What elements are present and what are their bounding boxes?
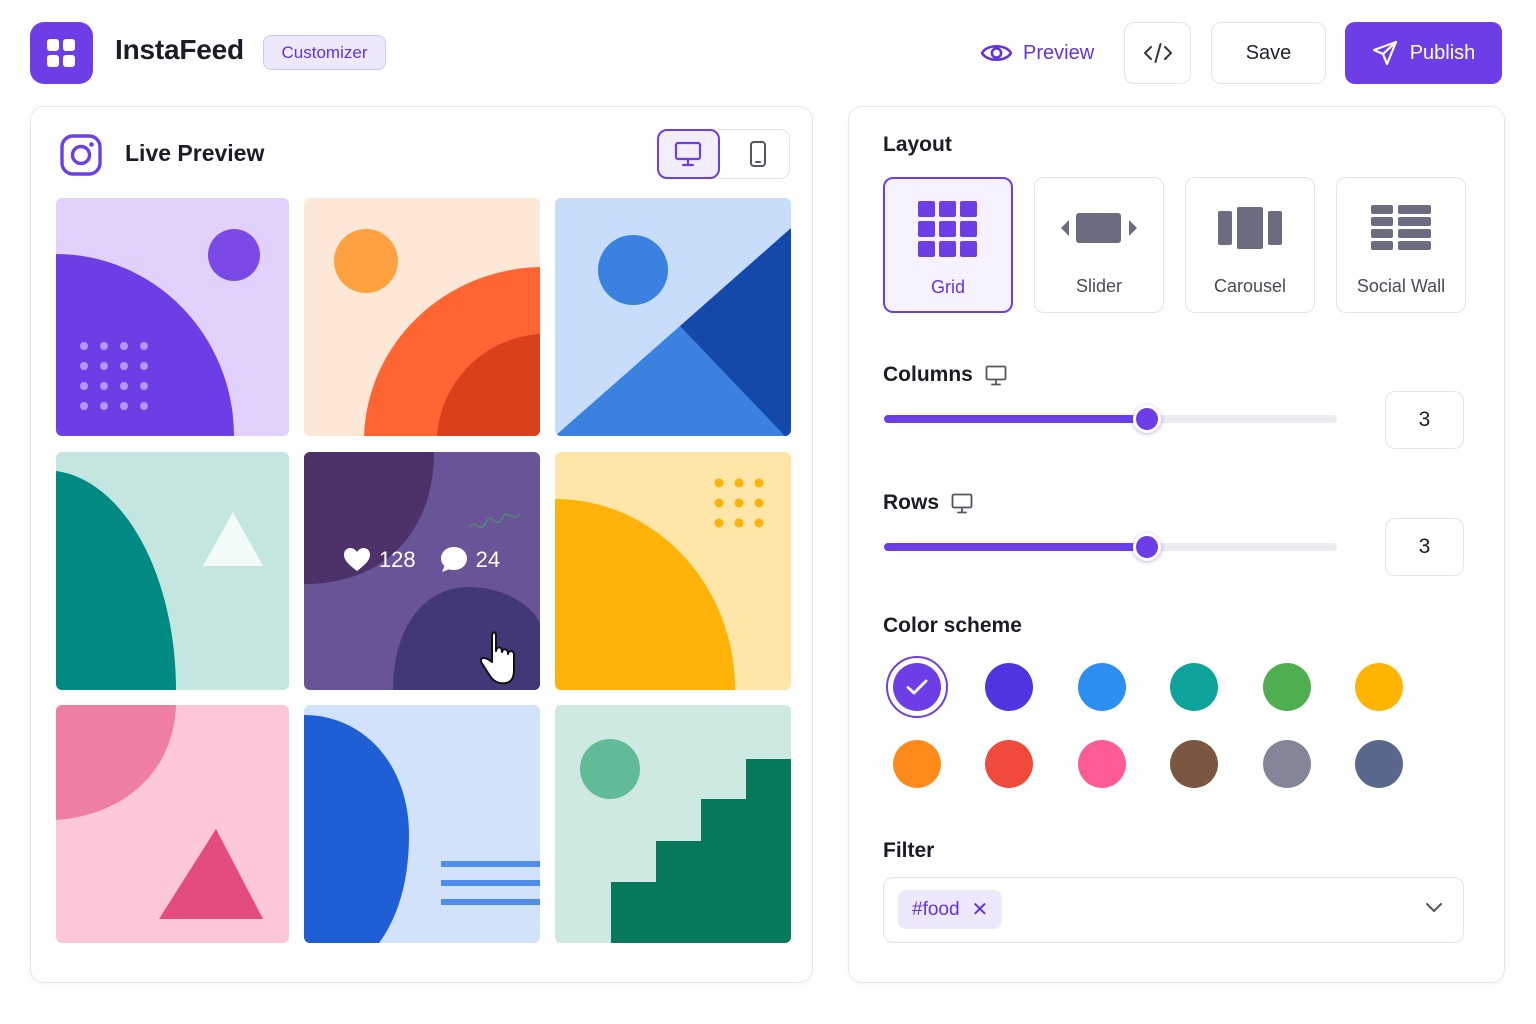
feed-post[interactable]	[56, 452, 289, 690]
post-stats-overlay: 128 24	[304, 546, 539, 573]
columns-label-text: Columns	[883, 363, 973, 386]
rows-label-text: Rows	[883, 491, 940, 514]
instagram-icon	[60, 134, 102, 176]
social-wall-layout-icon	[1371, 205, 1431, 250]
carousel-layout-icon	[1218, 207, 1282, 249]
color-swatch[interactable]	[1077, 740, 1126, 788]
layout-option-label: Grid	[930, 277, 965, 297]
likes-count: 128	[378, 546, 416, 572]
panel-title: Live Preview	[125, 140, 265, 166]
settings-panel: Layout Grid Slider Carousel Social Wall …	[848, 106, 1505, 983]
feed-post[interactable]	[555, 452, 791, 690]
color-swatch[interactable]	[1262, 740, 1311, 788]
layout-option-label: Social Wall	[1356, 276, 1446, 296]
comment-icon	[440, 547, 467, 572]
chevron-down-icon[interactable]	[1425, 902, 1443, 914]
feed-post[interactable]	[555, 705, 791, 943]
feed-post[interactable]	[304, 705, 540, 943]
app-logo	[30, 22, 93, 84]
color-scheme-label: Color scheme	[883, 614, 1022, 637]
feed-post[interactable]	[555, 198, 791, 436]
preview-label: Preview	[1023, 41, 1095, 64]
publish-button[interactable]: Publish	[1345, 22, 1502, 84]
code-icon	[1143, 43, 1172, 63]
filter-tag-text: #food	[912, 898, 960, 920]
columns-input[interactable]: 3	[1385, 391, 1464, 449]
columns-slider-thumb[interactable]	[1133, 405, 1161, 433]
grid-icon	[47, 39, 75, 67]
desktop-icon	[985, 365, 1007, 385]
heart-icon	[343, 548, 370, 571]
filter-tag-chip: #food ✕	[898, 890, 1003, 929]
rows-label: Rows	[883, 491, 973, 515]
desktop-icon	[951, 493, 973, 513]
remove-tag-icon[interactable]: ✕	[972, 897, 989, 922]
device-toggle	[656, 128, 790, 179]
columns-label: Columns	[883, 363, 1007, 387]
eye-icon	[980, 44, 1013, 62]
filter-select[interactable]: #food ✕	[883, 877, 1464, 943]
layout-option-grid[interactable]: Grid	[883, 177, 1013, 313]
filter-label: Filter	[883, 839, 935, 862]
color-swatch[interactable]	[985, 663, 1034, 711]
phone-icon	[750, 140, 766, 167]
color-swatch[interactable]	[1355, 663, 1403, 711]
columns-slider-fill	[884, 415, 1147, 423]
layout-option-label: Carousel	[1213, 276, 1287, 296]
color-swatch-selected[interactable]	[886, 656, 948, 718]
color-swatch[interactable]	[1262, 663, 1311, 711]
feed-post[interactable]	[56, 705, 289, 943]
layout-label: Layout	[883, 133, 952, 156]
monitor-icon	[674, 141, 702, 166]
send-icon	[1372, 40, 1397, 66]
color-swatch[interactable]	[1077, 663, 1126, 711]
feed-post-hovered[interactable]: 128 24	[304, 452, 540, 690]
feed-post[interactable]	[304, 198, 540, 436]
rows-slider[interactable]	[884, 533, 1337, 561]
publish-label: Publish	[1409, 41, 1476, 64]
color-swatch[interactable]	[985, 740, 1034, 788]
grid-layout-icon	[918, 201, 977, 257]
desktop-view-button[interactable]	[656, 128, 720, 179]
color-swatch-fill	[893, 663, 941, 711]
color-swatch[interactable]	[1355, 740, 1403, 788]
color-swatch[interactable]	[893, 740, 941, 788]
feed-post[interactable]	[56, 198, 289, 436]
mobile-view-button[interactable]	[728, 130, 788, 177]
color-swatch[interactable]	[1170, 740, 1219, 788]
save-button[interactable]: Save	[1211, 22, 1326, 84]
customizer-badge: Customizer	[263, 35, 386, 70]
comments-count: 24	[475, 546, 501, 572]
rows-input[interactable]: 3	[1385, 518, 1464, 576]
preview-button[interactable]: Preview	[980, 36, 1094, 70]
slider-layout-icon	[1061, 213, 1137, 243]
check-icon	[906, 679, 928, 694]
layout-option-social-wall[interactable]: Social Wall	[1336, 177, 1466, 313]
rows-slider-thumb[interactable]	[1133, 533, 1161, 561]
embed-code-button[interactable]	[1124, 22, 1191, 84]
live-preview-panel: Live Preview 128 24	[30, 106, 813, 983]
app-title: InstaFeed	[115, 34, 244, 65]
layout-option-slider[interactable]: Slider	[1034, 177, 1164, 313]
rows-slider-fill	[884, 543, 1147, 551]
columns-slider[interactable]	[884, 405, 1337, 433]
layout-option-carousel[interactable]: Carousel	[1185, 177, 1315, 313]
color-swatch[interactable]	[1170, 663, 1219, 711]
layout-option-label: Slider	[1075, 276, 1123, 296]
